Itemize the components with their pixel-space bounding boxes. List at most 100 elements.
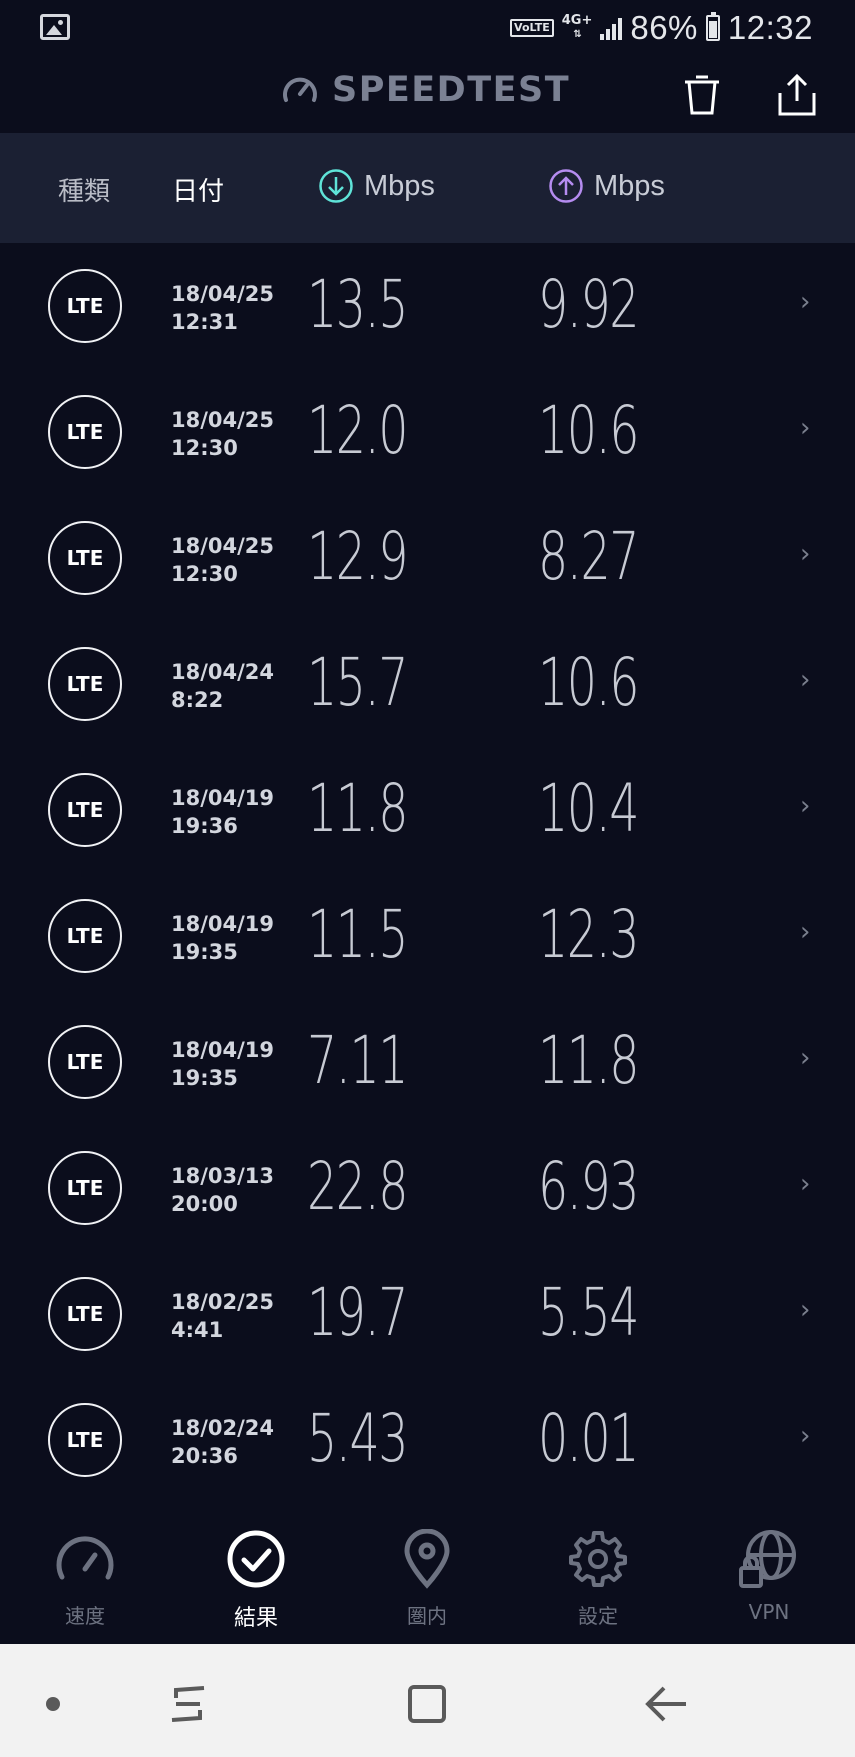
upload-speed: 10.6: [538, 644, 639, 721]
upload-column-label[interactable]: Mbps: [548, 168, 665, 204]
result-datetime: 18/04/19 19:35: [171, 912, 275, 964]
connection-type-badge: LTE: [48, 1403, 122, 1477]
upload-speed: 9.92: [538, 266, 639, 343]
chevron-right-icon: ›: [800, 1295, 811, 1325]
download-speed: 11.5: [307, 896, 408, 973]
result-datetime: 18/03/13 20:00: [171, 1164, 275, 1216]
battery-icon: [705, 12, 720, 41]
connection-type-badge: LTE: [48, 1277, 122, 1351]
result-datetime: 18/04/19 19:36: [171, 786, 275, 838]
speedometer-logo-icon: [283, 77, 317, 102]
clock: 12:32: [727, 9, 813, 46]
speedtest-logo: SPEEDTEST: [280, 70, 570, 110]
system-navigation-bar: [0, 1644, 855, 1757]
upload-unit: Mbps: [594, 169, 665, 202]
data-activity-icon: ⇅: [573, 29, 581, 40]
upload-speed: 6.93: [538, 1148, 639, 1225]
connection-type-badge: LTE: [48, 1151, 122, 1225]
result-datetime: 18/04/25 12:31: [171, 282, 275, 334]
connection-type-badge: LTE: [48, 395, 122, 469]
share-button[interactable]: [772, 70, 822, 120]
chevron-right-icon: ›: [800, 1169, 811, 1199]
recent-apps-icon[interactable]: [158, 1674, 218, 1734]
trash-icon: [685, 75, 719, 115]
nav-vpn[interactable]: VPN: [704, 1526, 834, 1624]
result-datetime: 18/02/24 20:36: [171, 1416, 275, 1468]
download-speed: 11.8: [307, 770, 408, 847]
nav-results[interactable]: 結果: [191, 1526, 321, 1632]
connection-type-badge: LTE: [48, 647, 122, 721]
signal-strength-icon: [600, 16, 623, 40]
result-datetime: 18/04/25 12:30: [171, 534, 275, 586]
result-row[interactable]: LTE 18/04/25 12:31 13.5 9.92 ›: [0, 243, 855, 369]
nav-coverage[interactable]: 圏内: [362, 1526, 492, 1629]
download-speed: 5.43: [307, 1400, 408, 1477]
nav-label: 結果: [233, 1606, 278, 1631]
type-column-label[interactable]: 種類: [58, 171, 110, 208]
chevron-right-icon: ›: [800, 1421, 811, 1451]
download-speed: 12.0: [307, 392, 408, 469]
nav-speed[interactable]: 速度: [20, 1526, 150, 1629]
chevron-right-icon: ›: [800, 287, 811, 317]
download-speed: 13.5: [307, 266, 408, 343]
download-speed: 22.8: [307, 1148, 408, 1225]
result-row[interactable]: LTE 18/04/19 19:35 11.5 12.3 ›: [0, 873, 855, 999]
results-list: LTE 18/04/25 12:31 13.5 9.92 › LTE 18/04/…: [0, 243, 855, 1503]
result-datetime: 18/04/19 19:35: [171, 1038, 275, 1090]
result-datetime: 18/02/25 4:41: [171, 1290, 275, 1342]
download-speed: 12.9: [307, 518, 408, 595]
home-icon[interactable]: [397, 1674, 457, 1734]
connection-type-badge: LTE: [48, 899, 122, 973]
result-row[interactable]: LTE 18/02/25 4:41 19.7 5.54 ›: [0, 1251, 855, 1377]
nav-label: 圏内: [407, 1604, 447, 1628]
download-arrow-icon: [319, 169, 353, 203]
nav-settings[interactable]: 設定: [533, 1526, 663, 1629]
map-pin-icon: [394, 1526, 460, 1592]
nav-label: 設定: [578, 1604, 618, 1628]
result-row[interactable]: LTE 18/04/19 19:35 7.11 11.8 ›: [0, 999, 855, 1125]
share-icon: [778, 73, 816, 116]
result-row[interactable]: LTE 18/04/25 12:30 12.0 10.6 ›: [0, 369, 855, 495]
chevron-right-icon: ›: [800, 1043, 811, 1073]
result-row[interactable]: LTE 18/02/24 20:36 5.43 0.01 ›: [0, 1377, 855, 1503]
nav-label: VPN: [748, 1600, 790, 1624]
app-header: SPEEDTEST: [0, 58, 855, 133]
connection-type-badge: LTE: [48, 521, 122, 595]
results-column-header: 種類 日付 Mbps Mbps: [0, 133, 855, 243]
chevron-right-icon: ›: [800, 917, 811, 947]
speedometer-icon: [52, 1526, 118, 1592]
chevron-right-icon: ›: [800, 665, 811, 695]
result-row[interactable]: LTE 18/03/13 20:00 22.8 6.93 ›: [0, 1125, 855, 1251]
result-row[interactable]: LTE 18/04/24 8:22 15.7 10.6 ›: [0, 621, 855, 747]
download-column-label[interactable]: Mbps: [318, 168, 435, 204]
upload-speed: 12.3: [538, 896, 639, 973]
connection-type-badge: LTE: [48, 1025, 122, 1099]
date-column-label[interactable]: 日付: [172, 171, 224, 208]
result-row[interactable]: LTE 18/04/25 12:30 12.9 8.27 ›: [0, 495, 855, 621]
nav-label: 速度: [65, 1604, 105, 1628]
gallery-notification-icon: [40, 14, 70, 40]
connection-type-badge: LTE: [48, 269, 122, 343]
volte-indicator: VoLTE: [510, 19, 554, 37]
check-circle-icon: [223, 1526, 289, 1592]
upload-speed: 10.4: [538, 770, 639, 847]
app-title: SPEEDTEST: [332, 70, 571, 110]
chevron-right-icon: ›: [800, 413, 811, 443]
battery-percentage: 86%: [630, 9, 698, 46]
status-indicators: VoLTE 4G+ ⇅ 86% 12:32: [510, 8, 813, 48]
dot-icon[interactable]: [23, 1674, 83, 1734]
upload-speed: 5.54: [538, 1274, 639, 1351]
connection-type-badge: LTE: [48, 773, 122, 847]
delete-button[interactable]: [677, 70, 727, 120]
result-datetime: 18/04/24 8:22: [171, 660, 275, 712]
download-unit: Mbps: [364, 169, 435, 202]
download-speed: 19.7: [307, 1274, 408, 1351]
result-row[interactable]: LTE 18/04/19 19:36 11.8 10.4 ›: [0, 747, 855, 873]
status-bar: VoLTE 4G+ ⇅ 86% 12:32: [0, 0, 855, 58]
bottom-navigation: 速度 結果 圏内 設定 VPN: [0, 1514, 855, 1644]
download-speed: 7.11: [307, 1022, 408, 1099]
network-type-indicator: 4G+ ⇅: [561, 13, 593, 41]
chevron-right-icon: ›: [800, 791, 811, 821]
chevron-right-icon: ›: [800, 539, 811, 569]
back-icon[interactable]: [636, 1674, 696, 1734]
